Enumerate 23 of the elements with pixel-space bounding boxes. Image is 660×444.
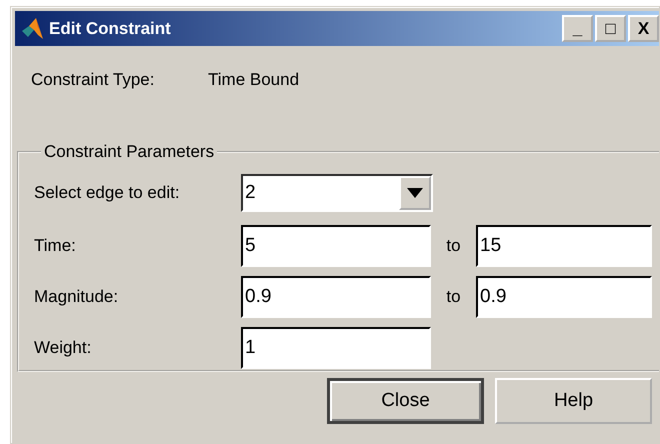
constraint-type-label: Constraint Type: — [31, 70, 156, 91]
range-separator: to — [445, 236, 462, 256]
edge-dropdown[interactable]: 2 — [241, 174, 433, 212]
window-title: Edit Constraint — [49, 18, 172, 38]
range-separator: to — [445, 286, 462, 306]
window-close-button[interactable]: X — [628, 15, 659, 42]
group-title: Constraint Parameters — [43, 142, 216, 162]
constraint-type-value: Time Bound — [208, 70, 300, 91]
field-label: Weight: — [34, 338, 92, 358]
dropdown-arrow-icon — [407, 188, 423, 198]
input-field[interactable]: 0.9 — [241, 276, 431, 318]
minimize-button[interactable]: _ — [562, 15, 593, 42]
field-label: Time: — [34, 236, 77, 256]
input-field[interactable]: 1 — [241, 326, 431, 368]
input-field[interactable]: 0.9 — [476, 276, 652, 318]
app-logo-icon — [21, 16, 45, 40]
dialog-action-button[interactable]: Help — [495, 378, 652, 424]
input-field[interactable]: 15 — [476, 224, 652, 266]
dialog-action-button[interactable]: Close — [327, 378, 484, 424]
maximize-button[interactable]: □ — [595, 15, 626, 42]
input-field[interactable]: 5 — [241, 224, 431, 266]
field-label: Select edge to edit: — [34, 183, 181, 203]
field-label: Magnitude: — [34, 286, 120, 306]
